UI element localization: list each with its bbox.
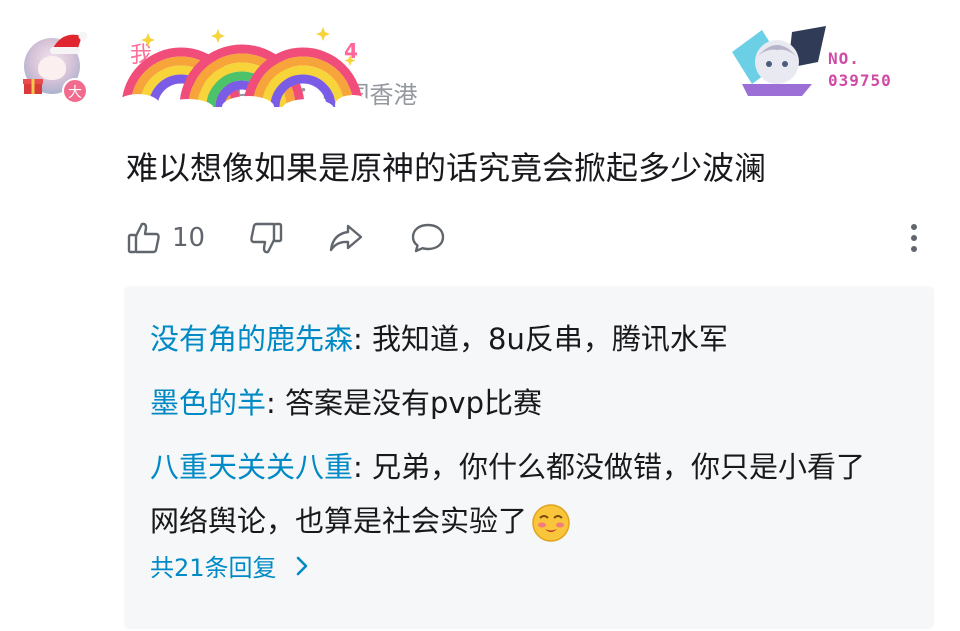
more-vertical-icon	[911, 224, 917, 252]
dislike-button[interactable]	[248, 220, 284, 256]
like-count: 10	[172, 223, 206, 253]
thumbs-down-icon	[250, 222, 283, 254]
like-button[interactable]: 10	[126, 220, 205, 256]
share-icon	[329, 224, 363, 252]
view-more-replies-link[interactable]: 共21条回复	[150, 548, 313, 583]
reply-text: 答案是没有pvp比赛	[285, 386, 542, 420]
reply-username[interactable]: 没有角的鹿先森	[150, 322, 353, 356]
reply-button[interactable]	[410, 220, 446, 256]
comment-action-bar: 10	[126, 216, 936, 262]
share-button[interactable]	[328, 220, 364, 256]
replies-preview: 没有角的鹿先森: 我知道，8u反串，腾讯水军 墨色的羊: 答案是没有pvp比赛 …	[124, 286, 934, 629]
thumbs-up-icon	[127, 222, 160, 254]
comment-bubble-icon	[411, 223, 445, 253]
fan-card-decoration	[732, 26, 826, 96]
reply-username[interactable]: 八重天关关八重	[150, 450, 353, 484]
smug-face-emoji-icon	[532, 504, 570, 542]
gift-icon	[23, 79, 43, 94]
reply-text: 我知道，8u反串，腾讯水军	[372, 322, 728, 356]
reply-separator: :	[266, 386, 286, 420]
chevron-right-icon	[296, 556, 307, 575]
santa-hat-icon	[50, 31, 88, 54]
reply-item[interactable]: 八重天关关八重: 兄弟，你什么都没做错，你只是小看了网络舆论，也算是社会实验了	[150, 440, 890, 548]
reply-item[interactable]: 墨色的羊: 答案是没有pvp比赛	[150, 376, 890, 430]
reply-item[interactable]: 没有角的鹿先森: 我知道，8u反串，腾讯水军	[150, 312, 890, 366]
rainbow-sticker-icon	[118, 27, 368, 117]
level-badge: 大	[62, 78, 88, 104]
fan-card-number: NO. 039750	[828, 49, 892, 90]
reply-separator: :	[353, 450, 373, 484]
reply-separator: :	[353, 322, 373, 356]
user-avatar[interactable]: 大	[22, 30, 92, 104]
comment-header: 我 4 IP属地：中国香港	[118, 25, 478, 117]
comment-text: 难以想像如果是原神的话究竟会掀起多少波澜	[126, 149, 767, 187]
reply-username[interactable]: 墨色的羊	[150, 386, 266, 420]
more-replies-label: 共21条回复	[150, 554, 277, 582]
more-options-button[interactable]	[896, 220, 932, 256]
